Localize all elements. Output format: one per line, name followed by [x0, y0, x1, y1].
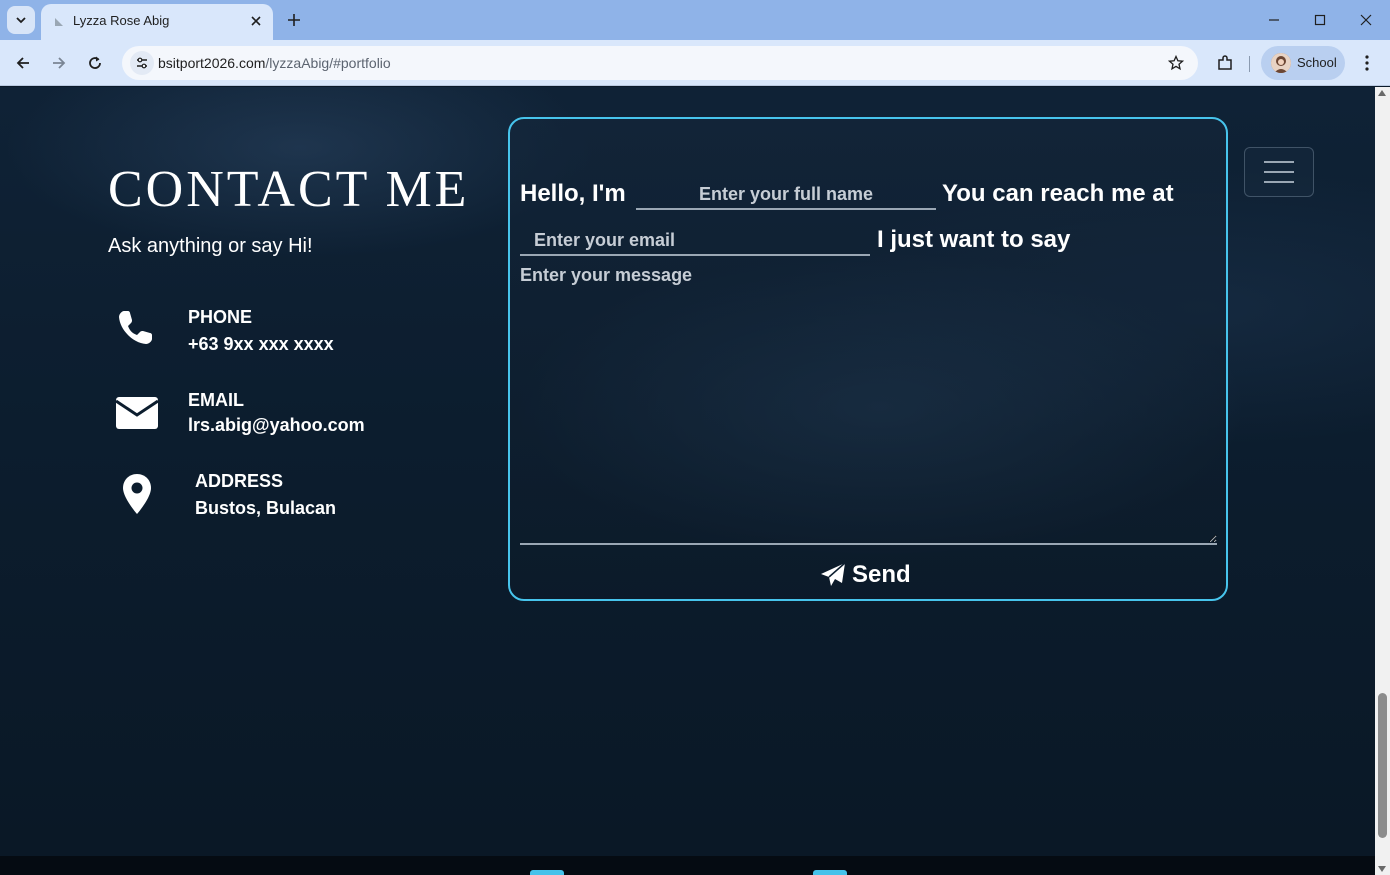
minimize-button[interactable]: [1262, 8, 1286, 32]
contact-form: Hello, I'm You can reach me at I just wa…: [508, 117, 1228, 601]
minimize-icon: [1269, 19, 1279, 21]
profile-button[interactable]: School: [1261, 46, 1345, 80]
bookmark-button[interactable]: [1166, 53, 1186, 73]
more-vertical-icon: [1365, 55, 1369, 71]
say-text: I just want to say: [877, 226, 1071, 253]
reach-text: You can reach me at: [942, 180, 1174, 207]
scroll-down-arrow-icon[interactable]: [1378, 866, 1386, 872]
scroll-up-arrow-icon[interactable]: [1378, 90, 1386, 96]
maximize-icon: [1314, 14, 1326, 26]
hamburger-menu-button[interactable]: [1244, 147, 1314, 197]
reload-button[interactable]: [82, 50, 108, 76]
arrow-right-icon: [53, 57, 66, 69]
window-close-button[interactable]: [1354, 8, 1378, 32]
url-text: bsitport2026.com/lyzzaAbig/#portfolio: [158, 55, 391, 71]
toolbar-divider: [1249, 56, 1250, 72]
menu-line: [1264, 181, 1294, 183]
phone-label: PHONE: [188, 307, 253, 327]
tab-title: Lyzza Rose Abig: [73, 13, 170, 28]
phone-icon: [112, 305, 158, 351]
address-value: Bustos, Bulacan: [195, 498, 337, 518]
tab-search-button[interactable]: [7, 6, 35, 34]
email-value: lrs.abig@yahoo.com: [188, 415, 365, 435]
scroll-thumb[interactable]: [1378, 693, 1387, 838]
menu-line: [1264, 171, 1294, 173]
site-info-button[interactable]: [130, 51, 154, 75]
tab-strip: Lyzza Rose Abig: [0, 0, 1390, 40]
message-textarea[interactable]: [520, 265, 1217, 545]
new-tab-button[interactable]: [283, 9, 305, 31]
back-button[interactable]: [10, 50, 36, 76]
browser-tab[interactable]: Lyzza Rose Abig: [41, 4, 273, 40]
accent-tab: [813, 870, 847, 875]
menu-line: [1264, 161, 1294, 163]
reload-icon: [89, 56, 101, 69]
contact-subtitle: Ask anything or say Hi!: [108, 235, 313, 257]
email-input[interactable]: [520, 226, 870, 256]
star-icon: [1168, 55, 1184, 71]
map-pin-icon: [114, 471, 160, 517]
contact-section: CONTACT ME Ask anything or say Hi! PHONE…: [0, 87, 1375, 856]
favicon-icon: [55, 18, 63, 26]
address-label: ADDRESS: [195, 471, 284, 491]
tab-close-button[interactable]: [247, 12, 265, 30]
close-icon: [251, 16, 261, 26]
plus-icon: [288, 14, 300, 26]
url-host: bsitport2026.com: [158, 55, 266, 71]
phone-value: +63 9xx xxx xxxx: [188, 334, 334, 354]
address-bar[interactable]: bsitport2026.com/lyzzaAbig/#portfolio: [122, 46, 1198, 80]
accent-tab: [530, 870, 564, 875]
close-icon: [1360, 14, 1372, 26]
chevron-down-icon: [16, 17, 26, 24]
email-label: EMAIL: [188, 390, 244, 410]
browser-toolbar: bsitport2026.com/lyzzaAbig/#portfolio Sc…: [0, 40, 1390, 86]
envelope-icon: [114, 390, 160, 436]
extensions-button[interactable]: [1213, 51, 1237, 75]
maximize-button[interactable]: [1308, 8, 1332, 32]
tune-icon: [137, 57, 147, 69]
send-button[interactable]: Send: [820, 559, 911, 591]
hello-text: Hello, I'm: [520, 180, 626, 207]
page-title: CONTACT ME: [108, 161, 470, 218]
profile-label: School: [1297, 55, 1337, 70]
url-path: /lyzzaAbig/#portfolio: [265, 55, 391, 71]
browser-menu-button[interactable]: [1356, 52, 1378, 74]
send-label: Send: [852, 561, 911, 588]
paper-plane-icon: [821, 562, 846, 586]
bottom-strip: [0, 856, 1375, 875]
avatar: [1271, 53, 1291, 73]
puzzle-icon: [1218, 55, 1232, 70]
full-name-input[interactable]: [636, 180, 936, 210]
page-scrollbar[interactable]: [1375, 87, 1390, 875]
forward-button[interactable]: [46, 50, 72, 76]
arrow-left-icon: [16, 57, 29, 69]
